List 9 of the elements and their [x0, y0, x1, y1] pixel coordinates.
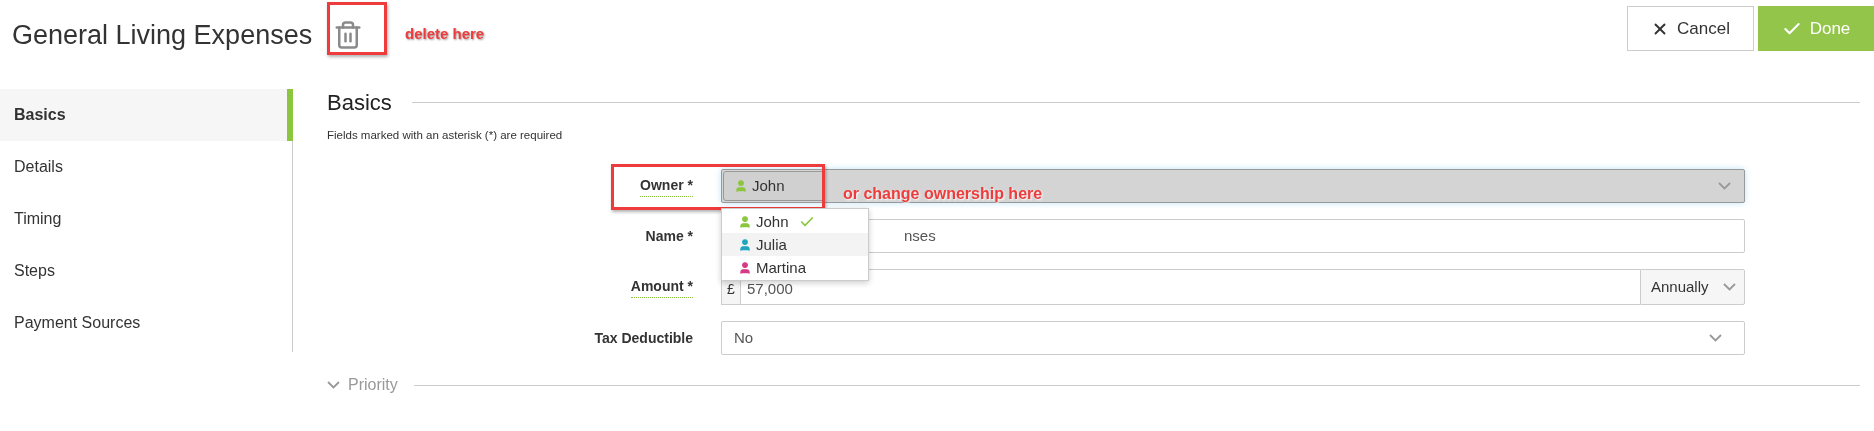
page-title: General Living Expenses	[12, 18, 313, 52]
annotation-text: delete here	[405, 24, 485, 44]
required-note: Fields marked with an asterisk (*) are required	[327, 128, 564, 143]
field-label: Tax Deductible	[594, 328, 693, 348]
field-label: Owner *	[640, 175, 693, 198]
field-label: Amount *	[630, 276, 693, 299]
annotation-text: or change ownership here	[843, 184, 1043, 204]
field-label: Name *	[645, 226, 693, 246]
section-heading: Basics	[327, 88, 392, 117]
